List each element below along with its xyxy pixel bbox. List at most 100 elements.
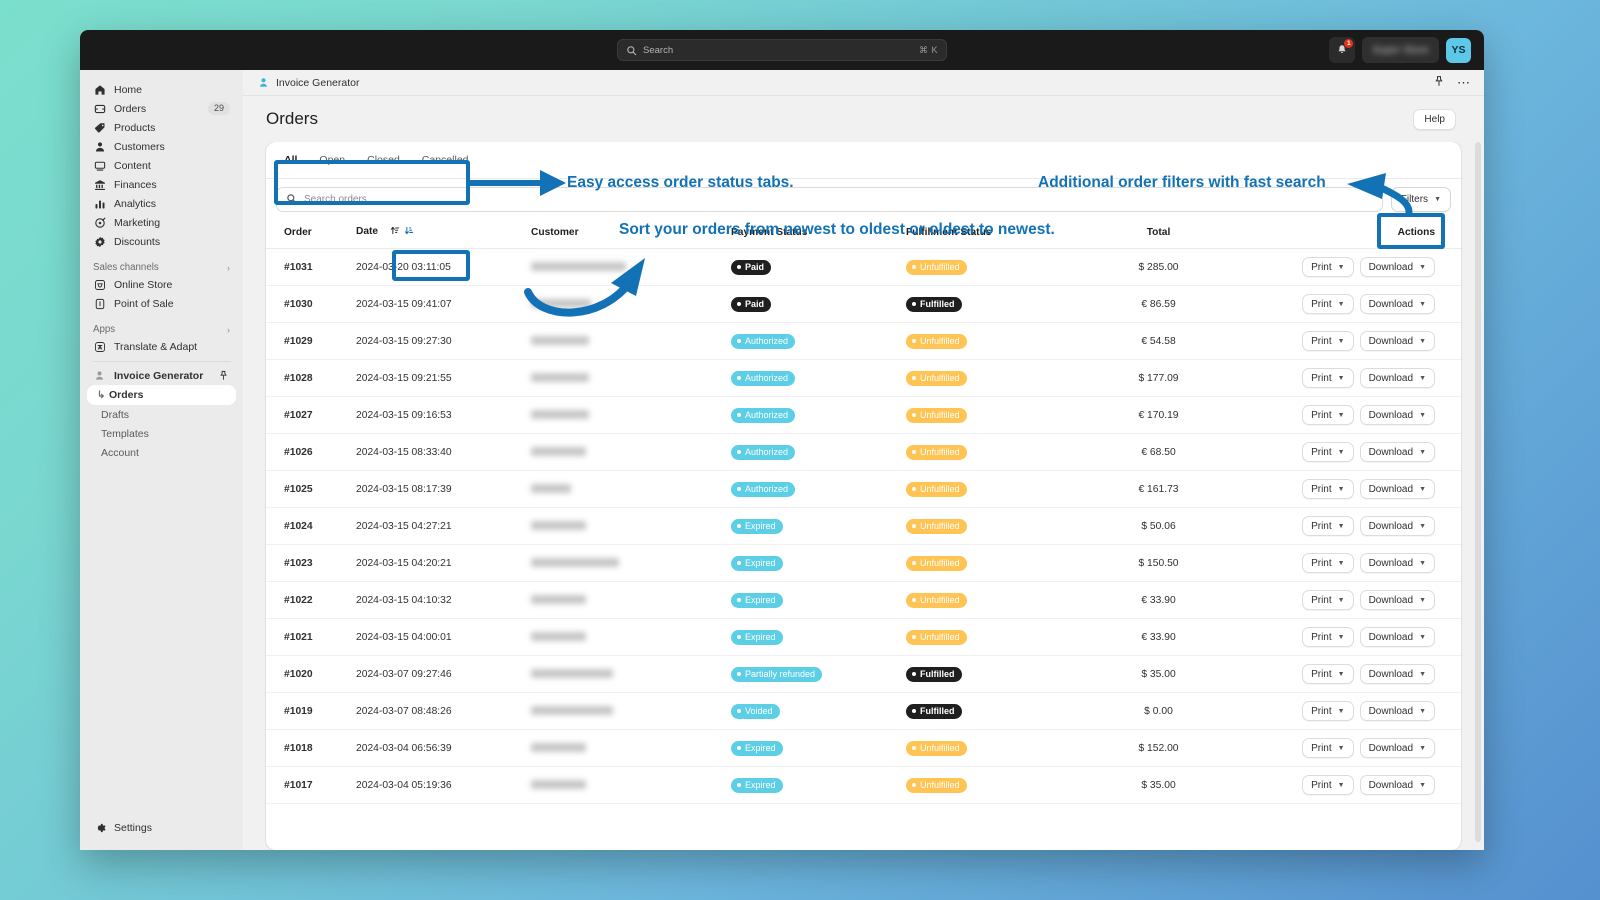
sidebar-item-online-store[interactable]: Online Store	[87, 275, 236, 294]
download-button[interactable]: Download ▼	[1359, 479, 1435, 499]
tab-open[interactable]: Open	[309, 150, 355, 170]
more-options-icon[interactable]: ⋯	[1457, 76, 1470, 89]
avatar[interactable]: YS	[1446, 37, 1471, 63]
print-button[interactable]: Print ▼	[1302, 516, 1354, 536]
download-button-label: Download	[1368, 409, 1414, 421]
download-button[interactable]: Download ▼	[1359, 590, 1435, 610]
sidebar-item-home[interactable]: Home	[87, 80, 236, 99]
print-button[interactable]: Print ▼	[1302, 590, 1354, 610]
sidebar-item-finances[interactable]: Finances	[87, 175, 236, 194]
download-button[interactable]: Download ▼	[1359, 442, 1435, 462]
help-button[interactable]: Help	[1413, 108, 1456, 130]
sidebar-section-sales-channels[interactable]: Sales channels ›	[93, 259, 230, 275]
print-button[interactable]: Print ▼	[1302, 368, 1354, 388]
sidebar-item-account[interactable]: Account	[87, 443, 236, 462]
table-row[interactable]: #1018 2024-03-04 06:56:39 Expired Unfulfill…	[266, 729, 1461, 767]
print-button-label: Print	[1311, 520, 1332, 532]
download-button[interactable]: Download ▼	[1359, 701, 1435, 721]
download-button[interactable]: Download ▼	[1359, 294, 1435, 314]
cell-date: 2024-03-07 08:48:26	[356, 692, 531, 730]
notifications-button[interactable]: 1	[1329, 37, 1356, 63]
table-row[interactable]: #1026 2024-03-15 08:33:40 Authorized Unfulf…	[266, 433, 1461, 471]
global-search-input[interactable]: Search ⌘ K	[617, 39, 947, 61]
pin-icon[interactable]	[1433, 74, 1445, 92]
table-row[interactable]: #1027 2024-03-15 09:16:53 Authorized Unfulf…	[266, 396, 1461, 434]
print-button[interactable]: Print ▼	[1302, 775, 1354, 795]
print-button[interactable]: Print ▼	[1302, 294, 1354, 314]
table-row[interactable]: #1030 2024-03-15 09:41:07 Paid Fulfilled € 8…	[266, 285, 1461, 323]
chevron-down-icon: ▼	[1337, 522, 1345, 530]
download-button[interactable]: Download ▼	[1359, 516, 1435, 536]
download-button[interactable]: Download ▼	[1359, 627, 1435, 647]
cell-order: #1019	[266, 692, 356, 730]
print-button[interactable]: Print ▼	[1302, 701, 1354, 721]
print-button[interactable]: Print ▼	[1302, 442, 1354, 462]
tab-all[interactable]: All	[274, 150, 307, 170]
download-button[interactable]: Download ▼	[1359, 553, 1435, 573]
sidebar-item-invoice-generator[interactable]: Invoice Generator	[87, 366, 236, 385]
print-button[interactable]: Print ▼	[1302, 627, 1354, 647]
tab-cancelled[interactable]: Cancelled	[412, 150, 479, 170]
print-button[interactable]: Print ▼	[1302, 738, 1354, 758]
download-button[interactable]: Download ▼	[1359, 738, 1435, 758]
download-button[interactable]: Download ▼	[1359, 405, 1435, 425]
sidebar-item-content[interactable]: Content	[87, 156, 236, 175]
sidebar-item-products[interactable]: Products	[87, 118, 236, 137]
sidebar-item-templates[interactable]: Templates	[87, 424, 236, 443]
download-button[interactable]: Download ▼	[1359, 257, 1435, 277]
column-header-order: Order	[266, 219, 356, 249]
table-row[interactable]: #1031 2024-03-20 03:11:05 Paid Unfulfilled $…	[266, 248, 1461, 286]
table-row[interactable]: #1024 2024-03-15 04:27:21 Expired Unfulfill…	[266, 507, 1461, 545]
column-header-date[interactable]: Date	[356, 219, 531, 249]
pin-icon[interactable]	[217, 369, 230, 382]
cell-date: 2024-03-15 04:20:21	[356, 544, 531, 582]
table-row[interactable]: #1021 2024-03-15 04:00:01 Expired Unfulfill…	[266, 618, 1461, 656]
print-button[interactable]: Print ▼	[1302, 664, 1354, 684]
cell-date: 2024-03-15 09:21:55	[356, 359, 531, 397]
tab-closed[interactable]: Closed	[357, 150, 410, 170]
cell-customer	[531, 248, 731, 286]
sidebar-item-drafts[interactable]: Drafts	[87, 405, 236, 424]
search-orders-input[interactable]: Search orders	[276, 187, 1383, 212]
download-button[interactable]: Download ▼	[1359, 331, 1435, 351]
breadcrumb: Invoice Generator ⋯	[243, 70, 1484, 96]
table-row[interactable]: #1017 2024-03-04 05:19:36 Expired Unfulfill…	[266, 766, 1461, 804]
print-button[interactable]: Print ▼	[1302, 257, 1354, 277]
download-button[interactable]: Download ▼	[1359, 664, 1435, 684]
breadcrumb-app[interactable]: Invoice Generator	[257, 77, 359, 89]
sidebar-item-orders[interactable]: Orders 29	[87, 99, 236, 118]
table-row[interactable]: #1029 2024-03-15 09:27:30 Authorized Unfulf…	[266, 322, 1461, 360]
print-button[interactable]: Print ▼	[1302, 553, 1354, 573]
store-switcher[interactable]: Super Store	[1362, 37, 1439, 63]
sort-ascending-icon[interactable]	[389, 225, 400, 239]
sidebar-item-customers[interactable]: Customers	[87, 137, 236, 156]
table-row[interactable]: #1020 2024-03-07 09:27:46 Partially refund…	[266, 655, 1461, 693]
translate-adapt-icon	[93, 340, 106, 353]
cell-payment-status: Authorized	[731, 470, 906, 508]
print-button[interactable]: Print ▼	[1302, 479, 1354, 499]
sort-descending-icon[interactable]	[403, 225, 414, 239]
sidebar-item-analytics[interactable]: Analytics	[87, 194, 236, 213]
print-button[interactable]: Print ▼	[1302, 331, 1354, 351]
table-row[interactable]: #1023 2024-03-15 04:20:21 Expired Unfulfill…	[266, 544, 1461, 582]
search-shortcut-hint: ⌘ K	[918, 44, 938, 55]
table-row[interactable]: #1019 2024-03-07 08:48:26 Voided Fulfilled $…	[266, 692, 1461, 730]
filters-button[interactable]: Filters ▼	[1390, 187, 1451, 212]
download-button[interactable]: Download ▼	[1359, 368, 1435, 388]
chevron-down-icon: ▼	[1337, 300, 1345, 308]
table-row[interactable]: #1025 2024-03-15 08:17:39 Authorized Unfulf…	[266, 470, 1461, 508]
sidebar-item-marketing[interactable]: Marketing	[87, 213, 236, 232]
print-button[interactable]: Print ▼	[1302, 405, 1354, 425]
sidebar-item-orders-sub[interactable]: ↳ Orders	[87, 385, 236, 405]
cell-customer	[531, 544, 731, 582]
sidebar-item-point-of-sale[interactable]: Point of Sale	[87, 294, 236, 313]
table-row[interactable]: #1028 2024-03-15 09:21:55 Authorized Unfulf…	[266, 359, 1461, 397]
sidebar-item-translate-adapt[interactable]: Translate & Adapt	[87, 337, 236, 356]
cell-total: $ 0.00	[1071, 692, 1246, 730]
sidebar-section-apps[interactable]: Apps ›	[93, 321, 230, 337]
table-row[interactable]: #1022 2024-03-15 04:10:32 Expired Unfulfill…	[266, 581, 1461, 619]
sidebar-item-settings[interactable]: Settings	[87, 818, 236, 837]
download-button[interactable]: Download ▼	[1359, 775, 1435, 795]
vertical-scrollbar[interactable]	[1475, 142, 1481, 842]
sidebar-item-discounts[interactable]: Discounts	[87, 232, 236, 251]
